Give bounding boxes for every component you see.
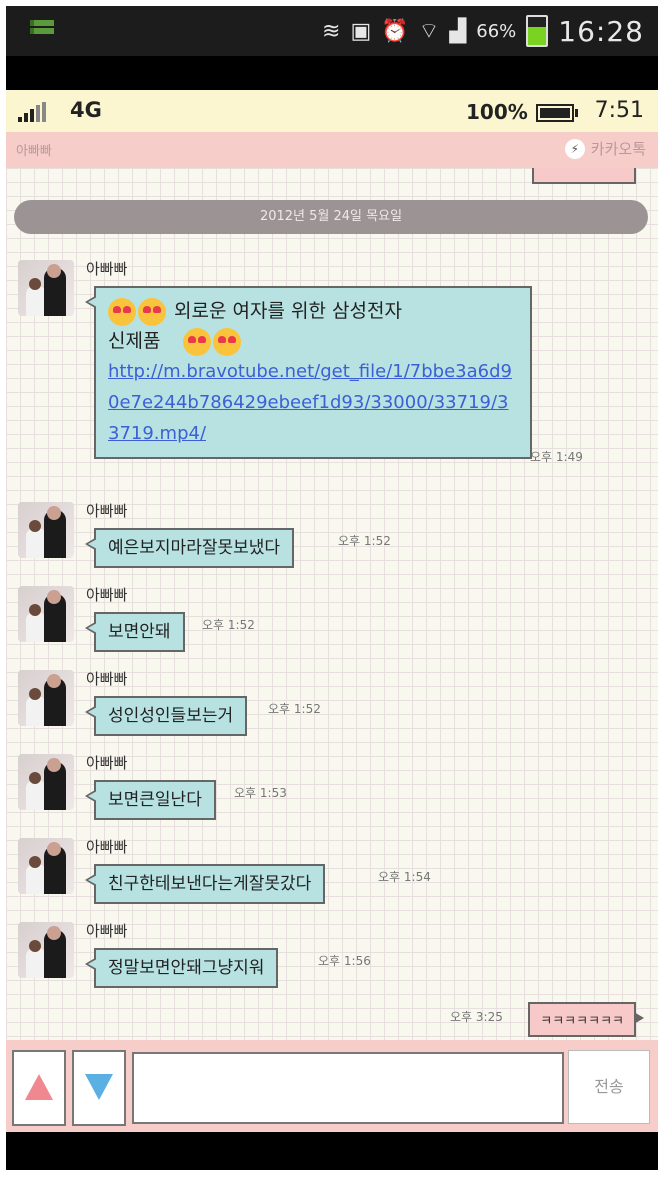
- sender-name: 아빠빠: [86, 922, 128, 940]
- heart-eyes-emoji-icon: [212, 327, 241, 356]
- app-grid-icon: [30, 20, 54, 42]
- emoticon-up-button[interactable]: [12, 1050, 66, 1126]
- message-time: 오후 1:52: [338, 534, 391, 548]
- sender-name: 아빠빠: [86, 502, 128, 520]
- message-bubble[interactable]: 친구한테보낸다는게잘못갔다: [84, 864, 326, 904]
- wifi-icon: ⌔: [418, 19, 440, 44]
- phone-battery-icon: [536, 104, 578, 122]
- message-text: 신제품: [108, 330, 161, 352]
- my-message-time: 오후 3:25: [450, 1010, 503, 1024]
- bolt-icon: ⚡: [564, 138, 585, 159]
- date-divider: 2012년 5월 24일 목요일: [14, 200, 648, 234]
- message-time: 오후 1:53: [234, 786, 287, 800]
- sender-name: 아빠빠: [86, 838, 128, 856]
- brand-label: ⚡ 카카오톡: [564, 138, 646, 159]
- heart-eyes-emoji-icon: [182, 327, 211, 356]
- avatar[interactable]: [18, 754, 74, 810]
- my-message-bubble[interactable]: ㅋㅋㅋㅋㅋㅋㅋ: [528, 1002, 644, 1037]
- chat-area[interactable]: 2012년 5월 24일 목요일 아빠빠 외로운 여자를 위한 삼성전자 신제품…: [6, 168, 658, 1040]
- network-type: 4G: [70, 98, 102, 122]
- navigation-band: [6, 1132, 658, 1170]
- system-battery-percent: 66%: [476, 20, 517, 42]
- sender-name: 아빠빠: [86, 670, 128, 688]
- sender-name: 아빠빠: [86, 754, 128, 772]
- brand-text: 카카오톡: [590, 140, 646, 158]
- previous-message-bubble: [532, 168, 636, 184]
- input-bar: 전송: [6, 1040, 658, 1132]
- triangle-down-icon: [85, 1074, 113, 1100]
- signal-bars-icon: [18, 102, 46, 122]
- vibrate-icon: ≋: [322, 18, 341, 44]
- avatar[interactable]: [18, 922, 74, 978]
- message-bubble[interactable]: 보면안돼: [85, 612, 185, 652]
- message-text: 외로운 여자를 위한 삼성전자: [174, 300, 402, 322]
- message-time: 오후 1:56: [318, 954, 371, 968]
- send-button[interactable]: 전송: [568, 1050, 650, 1124]
- black-band: [6, 56, 658, 90]
- message-time: 오후 1:54: [378, 870, 431, 884]
- avatar[interactable]: [18, 586, 74, 642]
- notification-icon: ▣: [350, 18, 372, 44]
- sender-name: 아빠빠: [86, 586, 128, 604]
- alarm-icon: ⏰: [381, 18, 409, 44]
- battery-percent: 100%: [466, 100, 528, 124]
- heart-eyes-emoji-icon: [138, 297, 166, 326]
- message-bubble[interactable]: 예은보지마라잘못보냈다: [84, 528, 295, 568]
- phone-screen: ≋ ▣ ⏰ ⌔ ▟ 66% 16:28 4G 100% 7:51 아빠빠 ⚡ 카…: [6, 6, 658, 1170]
- avatar[interactable]: [18, 670, 74, 726]
- message-bubble[interactable]: 정말보면안돼그냥지워: [84, 948, 279, 988]
- sender-name: 아빠빠: [86, 260, 128, 278]
- message-bubble[interactable]: 성인성인들보는거: [84, 696, 248, 736]
- message-time: 오후 1:52: [268, 702, 321, 716]
- message-bubble[interactable]: 보면큰일난다: [85, 780, 216, 820]
- chat-title: 아빠빠: [16, 144, 52, 159]
- message-time: 오후 1:49: [530, 450, 583, 464]
- avatar[interactable]: [18, 502, 74, 558]
- signal-icon: ▟: [449, 18, 467, 44]
- avatar[interactable]: [18, 838, 74, 894]
- message-link[interactable]: http://m.bravotube.net/get_file/1/7bbe3a…: [108, 361, 512, 444]
- system-status-bar: ≋ ▣ ⏰ ⌔ ▟ 66% 16:28: [6, 6, 658, 56]
- phone-time: 7:51: [594, 98, 644, 123]
- message-time: 오후 1:52: [202, 618, 255, 632]
- message-input[interactable]: [132, 1052, 564, 1124]
- chat-header: 아빠빠 ⚡ 카카오톡: [6, 132, 658, 168]
- emoticon-down-button[interactable]: [72, 1050, 126, 1126]
- battery-icon: [526, 15, 549, 47]
- avatar[interactable]: [18, 260, 74, 316]
- triangle-up-icon: [25, 1074, 53, 1100]
- message-bubble[interactable]: 외로운 여자를 위한 삼성전자 신제품 http://m.bravotube.n…: [85, 286, 532, 459]
- phone-status-bar: 4G 100% 7:51: [6, 90, 658, 132]
- heart-eyes-emoji-icon: [108, 297, 136, 326]
- system-time: 16:28: [558, 14, 644, 48]
